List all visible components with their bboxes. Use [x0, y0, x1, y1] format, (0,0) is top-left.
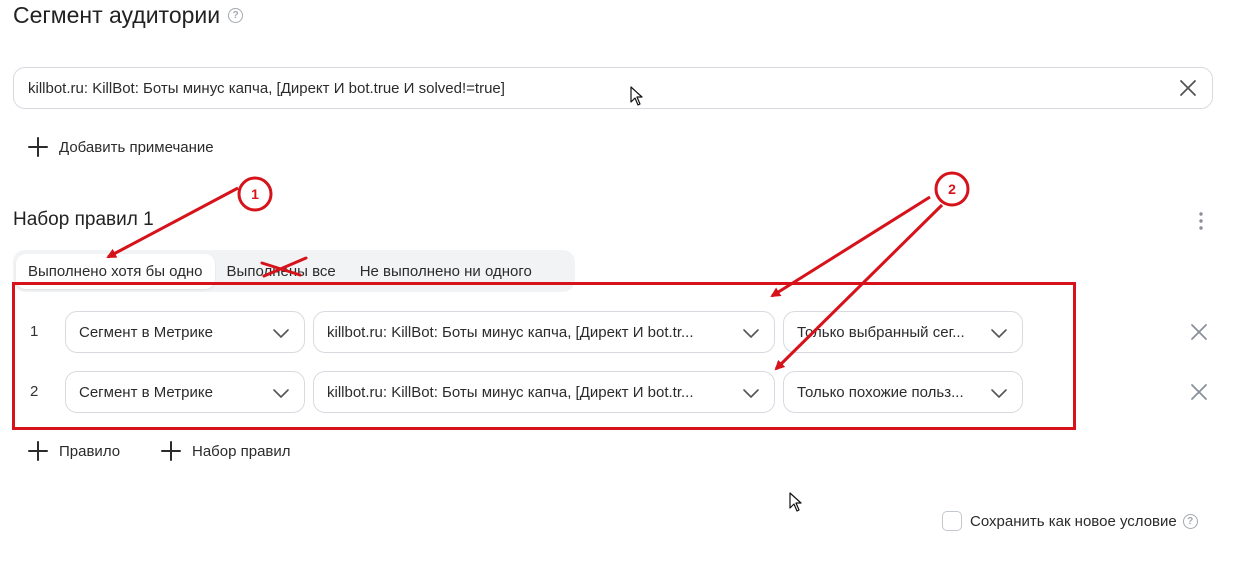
plus-icon: [28, 137, 48, 157]
page-title-text: Сегмент аудитории: [13, 2, 221, 28]
save-condition-checkbox[interactable]: [942, 511, 962, 531]
remove-rule-close-icon[interactable]: [1189, 322, 1209, 342]
save-as-new-condition: Сохранить как новое условие ?: [942, 511, 1198, 531]
page-title: Сегмент аудитории ?: [13, 2, 244, 29]
add-ruleset-label: Набор правил: [192, 442, 291, 460]
add-note-button[interactable]: Добавить примечание: [27, 136, 214, 158]
plus-icon: [28, 441, 48, 461]
annotation-badge-2-label: 2: [948, 181, 956, 197]
add-rule-button[interactable]: Правило: [27, 440, 120, 462]
ruleset-title: Набор правил 1: [13, 209, 154, 230]
segment-input[interactable]: killbot.ru: KillBot: Боты минус капча, […: [13, 67, 1213, 109]
remove-rule-close-icon[interactable]: [1189, 382, 1209, 402]
segment-input-value: killbot.ru: KillBot: Боты минус капча, […: [28, 79, 505, 97]
add-ruleset-button[interactable]: Набор правил: [160, 440, 291, 462]
add-note-label: Добавить примечание: [59, 138, 214, 156]
mouse-cursor-icon: [789, 492, 802, 512]
save-condition-label: Сохранить как новое условие: [970, 512, 1177, 530]
annotation-badge-1: 1: [237, 176, 273, 212]
plus-icon: [161, 441, 181, 461]
annotation-badge-1-label: 1: [251, 186, 259, 202]
question-circle-icon[interactable]: ?: [1182, 513, 1198, 529]
mouse-cursor-icon: [630, 86, 643, 106]
annotation-badge-2: 2: [934, 171, 970, 207]
kebab-menu-icon[interactable]: [1193, 209, 1209, 233]
close-icon[interactable]: [1178, 78, 1198, 98]
question-circle-icon[interactable]: ?: [228, 8, 244, 23]
add-rule-label: Правило: [59, 442, 121, 460]
annotation-highlight-box: [12, 282, 1076, 430]
